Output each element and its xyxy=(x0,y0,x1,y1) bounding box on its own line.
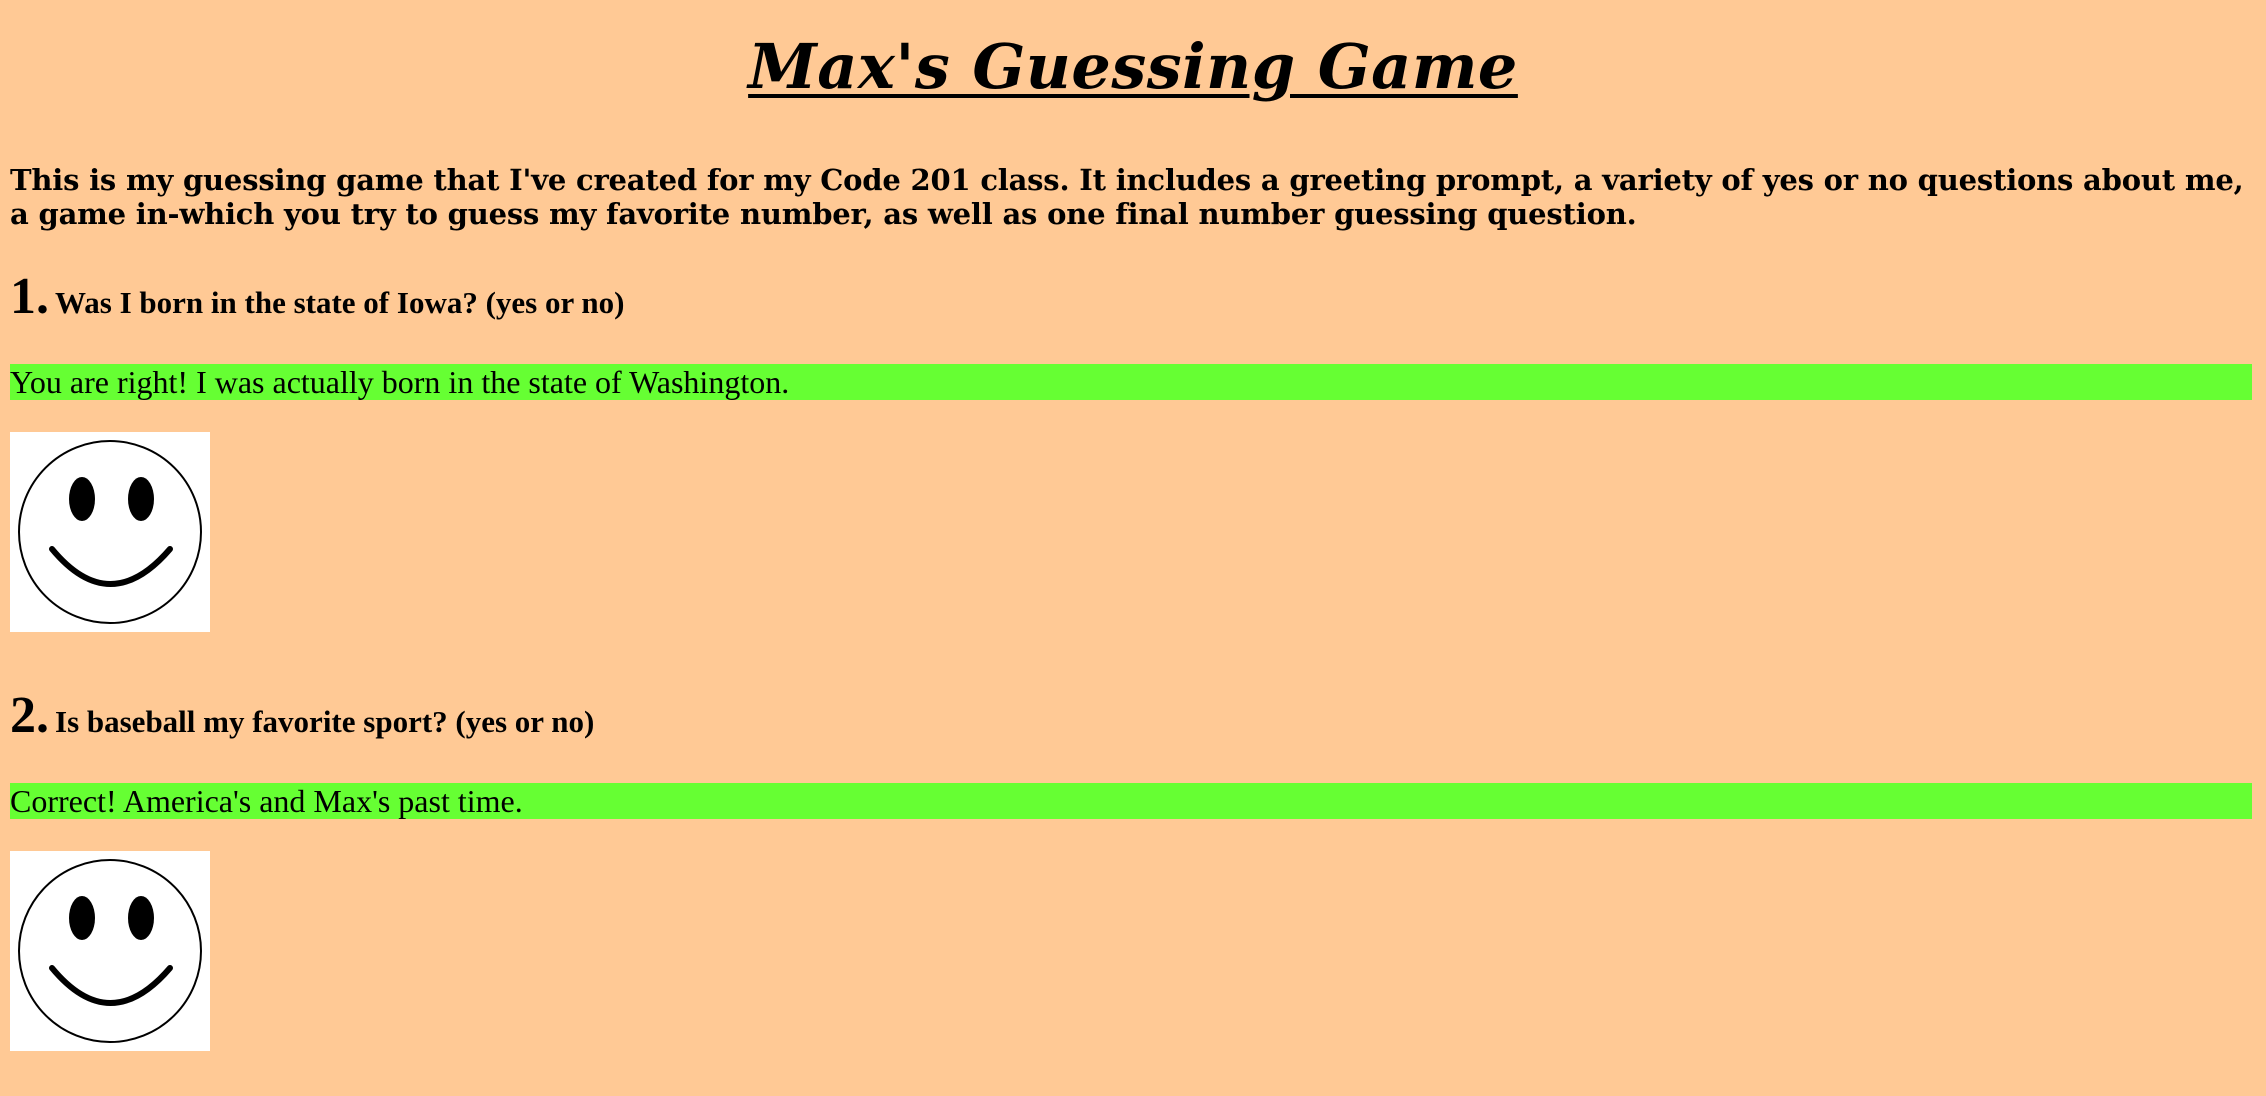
question-2-number: 2. xyxy=(10,687,49,744)
smiley-face-icon xyxy=(10,432,210,632)
question-1: 1. Was I born in the state of Iowa? (yes… xyxy=(10,267,2256,327)
question-2: 2. Is baseball my favorite sport? (yes o… xyxy=(10,686,2256,746)
question-1-text: Was I born in the state of Iowa? (yes or… xyxy=(55,285,625,320)
intro-paragraph: This is my guessing game that I've creat… xyxy=(10,163,2244,231)
smiley-face-icon xyxy=(10,851,210,1051)
answer-2-feedback: Correct! America's and Max's past time. xyxy=(10,783,2252,819)
page-content: Max's Guessing Game This is my guessing … xyxy=(0,0,2266,1051)
page-title: Max's Guessing Game xyxy=(748,30,1518,103)
question-2-text: Is baseball my favorite sport? (yes or n… xyxy=(55,704,595,739)
answer-1-feedback: You are right! I was actually born in th… xyxy=(10,364,2252,400)
question-1-number: 1. xyxy=(10,268,49,325)
